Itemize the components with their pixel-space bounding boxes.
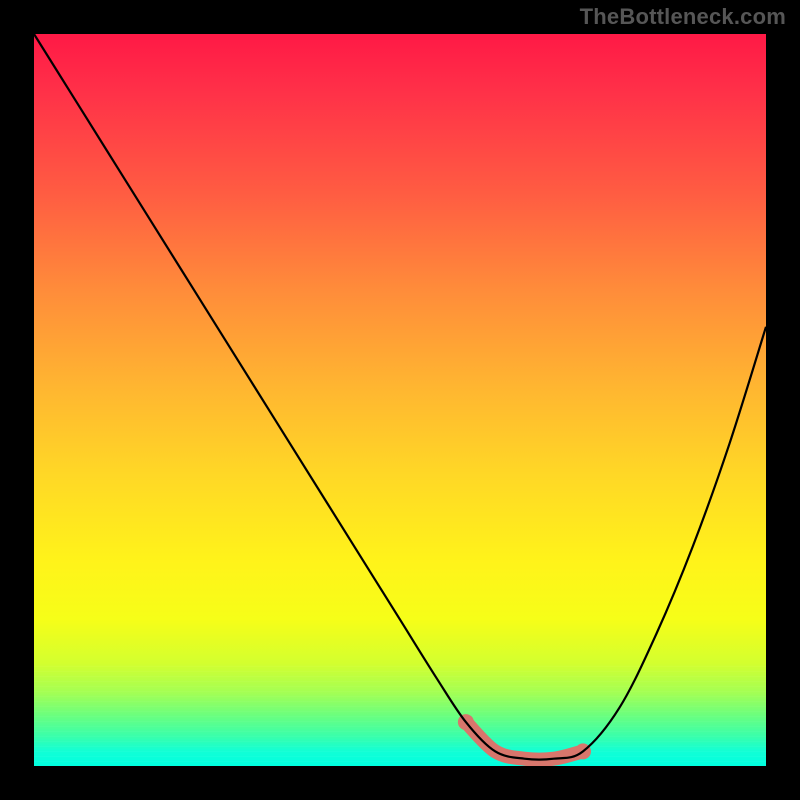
curve-layer — [34, 34, 766, 766]
plot-area — [34, 34, 766, 766]
watermark-text: TheBottleneck.com — [580, 4, 786, 30]
bottleneck-curve — [34, 34, 766, 760]
